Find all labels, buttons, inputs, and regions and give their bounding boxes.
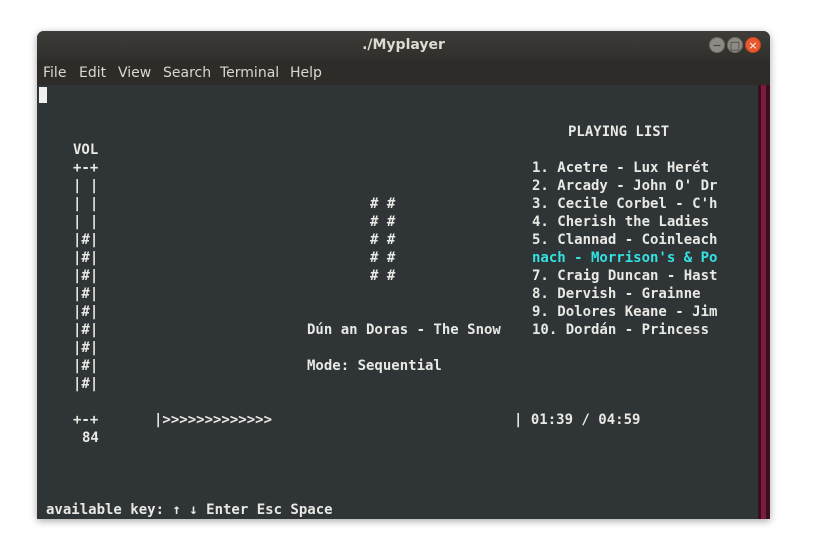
volume-row: |#| [73, 304, 99, 320]
playlist-item[interactable]: 10. Dordán - Princess [532, 321, 709, 339]
playlist-item[interactable]: 9. Dolores Keane - Jim [532, 303, 717, 321]
visualizer-row: # # [370, 232, 396, 248]
volume-row: +-+ [73, 412, 99, 428]
volume-label: VOL [73, 142, 99, 158]
playlist-item-selected[interactable]: nach - Morrison's & Po [532, 249, 717, 267]
window-title: ./Myplayer [362, 37, 445, 53]
playlist-item[interactable]: 1. Acetre - Lux Herét [532, 159, 709, 177]
minimize-button[interactable]: − [709, 37, 725, 53]
volume-row: |#| [73, 322, 99, 338]
playlist-item[interactable]: 2. Arcady - John O' Dr [532, 177, 717, 195]
maximize-button[interactable]: □ [727, 37, 743, 53]
visualizer-row: # # [370, 214, 396, 230]
volume-row: | | [73, 214, 99, 230]
playlist-item[interactable]: 3. Cecile Corbel - C'h [532, 195, 717, 213]
scrollbar[interactable] [758, 85, 770, 519]
playlist-item[interactable]: 7. Craig Duncan - Hast [532, 267, 717, 285]
volume-row: |#| [73, 250, 99, 266]
volume-row: |#| [73, 268, 99, 284]
scrollbar-thumb[interactable] [761, 85, 766, 519]
volume-row: |#| [73, 376, 99, 392]
progress-bar: |>>>>>>>>>>>>> [154, 412, 273, 428]
playlist-item[interactable]: 4. Cherish the Ladies [532, 213, 709, 231]
volume-row: | | [73, 178, 99, 194]
volume-row: |#| [73, 232, 99, 248]
playlist-heading: PLAYING LIST [568, 124, 670, 140]
menu-file[interactable]: File [43, 65, 66, 81]
visualizer-row: # # [370, 250, 396, 266]
visualizer-row: # # [370, 268, 396, 284]
play-mode: Mode: Sequential [307, 358, 442, 374]
time-display: | 01:39 / 04:59 [514, 412, 641, 428]
playlist-item[interactable]: 8. Dervish - Grainne [532, 285, 701, 303]
menu-search[interactable]: Search [163, 65, 211, 81]
volume-row: +-+ [73, 160, 99, 176]
terminal-area[interactable]: VOL +-+ | | | | | | |#| |#| |#| |#| |#| … [37, 85, 758, 519]
menu-view[interactable]: View [118, 65, 151, 81]
now-playing-track: Dún an Doras - The Snow [307, 322, 501, 338]
title-bar[interactable]: ./Myplayer − □ × [37, 31, 770, 61]
menu-bar: File Edit View Search Terminal Help [37, 61, 770, 85]
volume-value: 84 [82, 430, 99, 446]
volume-row: |#| [73, 340, 99, 356]
close-button[interactable]: × [745, 37, 761, 53]
visualizer-row: # # [370, 196, 396, 212]
volume-row: | | [73, 196, 99, 212]
playlist-item[interactable]: 5. Clannad - Coinleach [532, 231, 717, 249]
menu-terminal[interactable]: Terminal [220, 65, 279, 81]
volume-row: |#| [73, 358, 99, 374]
text-cursor [39, 87, 47, 103]
available-keys: available key: ↑ ↓ Enter Esc Space [46, 502, 333, 518]
terminal-window: ./Myplayer − □ × File Edit View Search T… [37, 31, 770, 519]
volume-row: |#| [73, 286, 99, 302]
menu-help[interactable]: Help [290, 65, 322, 81]
menu-edit[interactable]: Edit [79, 65, 106, 81]
